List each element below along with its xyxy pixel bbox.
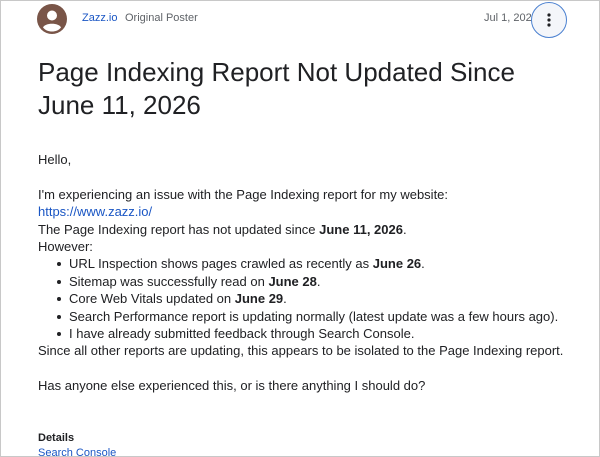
- question-text: Has anyone else experienced this, or is …: [38, 378, 426, 394]
- more-options-button[interactable]: [531, 2, 567, 38]
- details-label: Details: [38, 432, 75, 444]
- intro-text: I'm experiencing an issue with the Page …: [38, 186, 449, 202]
- list-item: I have already submitted feedback throug…: [57, 325, 578, 342]
- list-item: URL Inspection shows pages crawled as re…: [57, 255, 578, 272]
- list-item: Core Web Vitals updated on June 29.: [57, 290, 578, 307]
- post-date: Jul 1, 2026: [484, 12, 538, 24]
- site-link[interactable]: https://www.zazz.io/: [38, 204, 152, 219]
- list-item: Search Performance report is updating no…: [57, 308, 578, 325]
- however-label: However:: [38, 239, 93, 255]
- more-vert-icon: [547, 13, 551, 27]
- list-item: Sitemap was successfully read on June 28…: [57, 273, 578, 290]
- greeting: Hello,: [38, 152, 72, 167]
- post-title: Page Indexing Report Not Updated Since J…: [38, 57, 515, 120]
- category-link[interactable]: Search Console: [38, 447, 116, 456]
- post-card: Zazz.io Original Poster Jul 1, 2026 Page…: [0, 0, 600, 457]
- not-updated-date: June 11, 2026: [319, 221, 403, 237]
- observation-list: URL Inspection shows pages crawled as re…: [38, 255, 578, 342]
- not-updated-text: The Page Indexing report has not updated…: [38, 221, 407, 237]
- user-avatar-icon[interactable]: [37, 4, 67, 34]
- conclusion-text: Since all other reports are updating, th…: [38, 343, 564, 359]
- post-header: Zazz.io Original Poster Jul 1, 2026: [1, 1, 599, 41]
- post-body: Hello, I'm experiencing an issue with th…: [38, 151, 578, 395]
- author-role: Original Poster: [125, 12, 198, 24]
- author-name[interactable]: Zazz.io: [82, 12, 117, 24]
